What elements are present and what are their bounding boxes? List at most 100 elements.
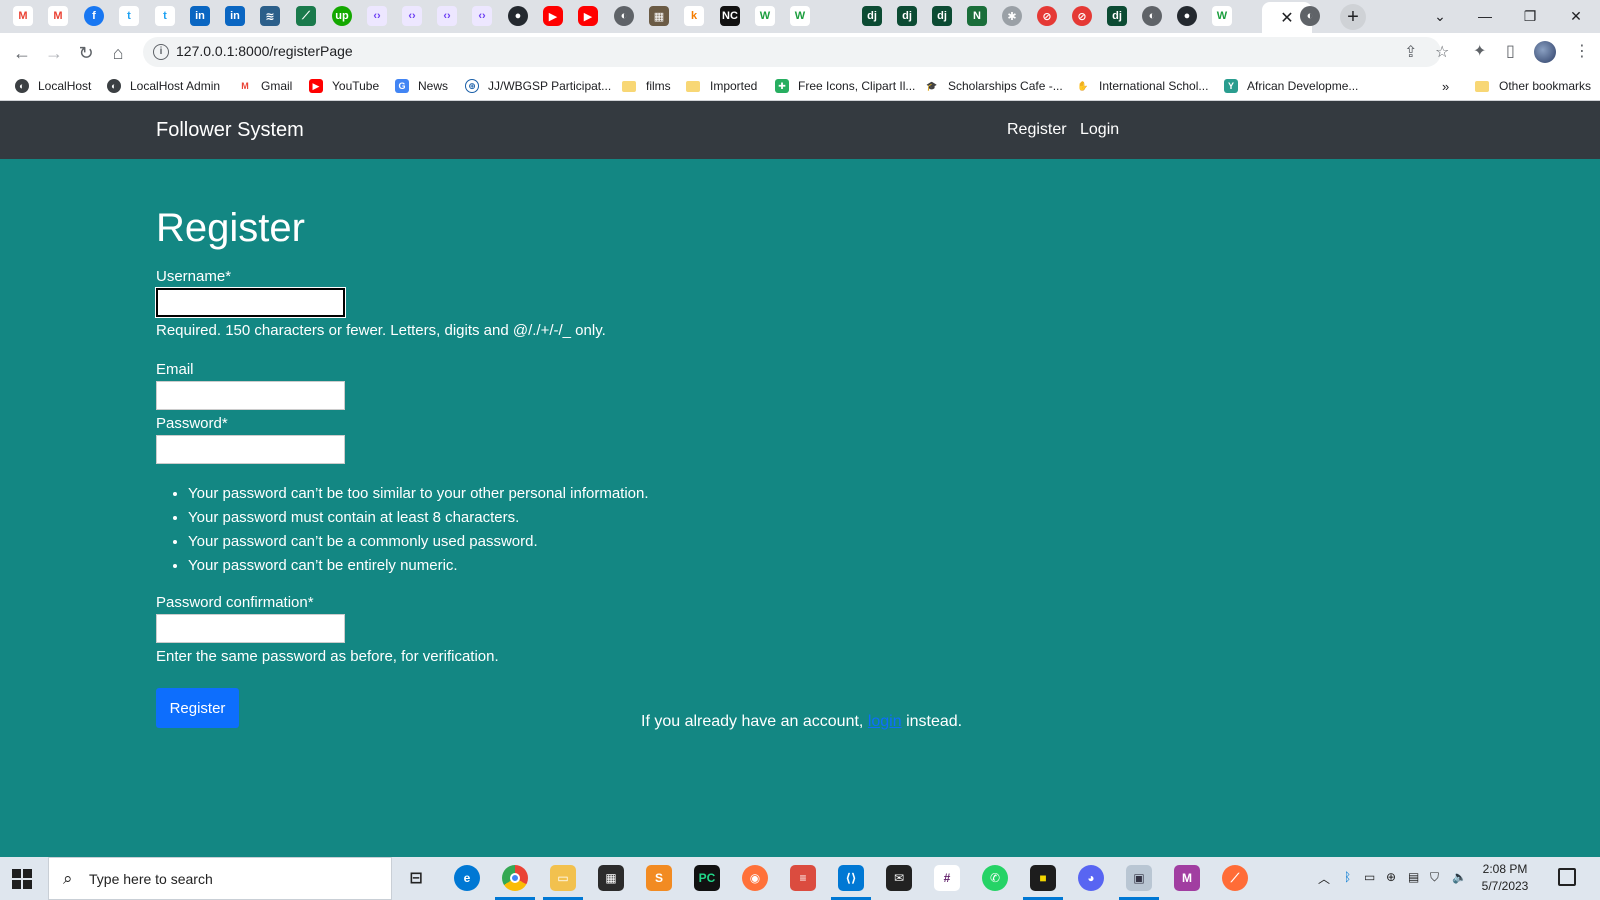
network-icon[interactable]: ⊕ [1386,870,1396,884]
bookmark-free-icons[interactable]: ✚ Free Icons, Clipart Il... [775,77,915,95]
bookmark-news[interactable]: G News [395,77,448,95]
bookmark-international-schol[interactable]: ✋ International Schol... [1076,77,1208,95]
mail-icon[interactable]: ✉ [886,865,912,891]
vscode-icon[interactable]: ⟨⟩ [838,865,864,891]
reload-icon[interactable]: ↻ [73,40,99,66]
new-tab-button[interactable]: + [1340,4,1366,30]
minimize-icon[interactable]: — [1470,4,1500,28]
pycharm-icon[interactable]: PC [694,865,720,891]
edge-icon[interactable]: e [454,865,480,891]
login-link[interactable]: login [868,713,902,730]
site-tab-icon[interactable]: ≋ [260,6,280,26]
task-view-icon[interactable]: ⊟ [403,865,429,891]
security-shield-icon[interactable]: ⛉ [1430,870,1439,885]
upwork-tab-icon[interactable]: up [332,6,352,26]
system-clock[interactable]: 2:08 PM 5/7/2023 [1478,861,1532,895]
slack-icon[interactable]: # [934,865,960,891]
facebook-tab-icon[interactable]: f [84,6,104,26]
bookmark-localhost-admin[interactable]: ◐ LocalHost Admin [107,77,220,95]
password-confirmation-input[interactable] [156,614,345,643]
file-explorer-icon[interactable]: ▭ [550,865,576,891]
loading-tab-icon[interactable]: ✱ [1002,6,1022,26]
url-text[interactable]: 127.0.0.1:8000/registerPage [176,43,353,59]
nav-link-register[interactable]: Register [1007,121,1067,139]
forward-arrow-icon[interactable]: → [41,40,67,66]
twitter-tab-icon[interactable]: t [155,6,175,26]
django-tab-icon[interactable]: dj [862,6,882,26]
site-tab-icon[interactable]: ⟋ [296,6,316,26]
discord-icon[interactable]: ◕ [1078,865,1104,891]
firefox-icon[interactable]: ◉ [742,865,768,891]
w-tab-icon[interactable]: W [790,6,810,26]
code-tab-icon[interactable]: ‹› [367,6,387,26]
m-app-icon[interactable]: M [1174,865,1200,891]
bookmark-localhost[interactable]: ◐ LocalHost [15,77,91,95]
site-info-icon[interactable]: i [153,44,169,60]
gmail-tab-icon[interactable]: M [13,6,33,26]
menu-dots-icon[interactable]: ⋮ [1574,41,1590,61]
opera-tab-icon[interactable]: ⊘ [1072,6,1092,26]
nc-tab-icon[interactable]: NC [720,6,740,26]
linkedin-tab-icon[interactable]: in [190,6,210,26]
django-tab-icon[interactable]: dj [932,6,952,26]
share-icon[interactable]: ⇪ [1404,42,1417,62]
globe-tab-icon[interactable]: ◐ [1142,6,1162,26]
close-tab-icon[interactable]: ✕ [1280,8,1293,28]
linkedin-tab-icon[interactable]: in [225,6,245,26]
restore-icon[interactable]: ❐ [1515,4,1545,28]
windows-start-icon[interactable] [12,869,32,889]
email-input[interactable] [156,381,345,410]
w-tab-icon[interactable]: W [1212,6,1232,26]
back-arrow-icon[interactable]: ← [9,40,35,66]
bookmark-wbgsp[interactable]: ⊕ JJ/WBGSP Participat... [465,77,611,95]
opera-tab-icon[interactable]: ⊘ [1037,6,1057,26]
register-submit-button[interactable]: Register [156,688,239,728]
k-tab-icon[interactable]: k [684,6,704,26]
twitter-tab-icon[interactable]: t [119,6,139,26]
close-window-icon[interactable]: ✕ [1561,4,1591,28]
bookmarks-overflow-chevron-icon[interactable]: » [1442,77,1449,95]
globe-tab-icon[interactable]: ◐ [1300,6,1320,26]
bookmark-african-development[interactable]: Y African Developme... [1224,77,1358,95]
bookmark-star-icon[interactable]: ☆ [1435,42,1449,62]
code-tab-icon[interactable]: ‹› [472,6,492,26]
navbar-brand[interactable]: Follower System [156,119,304,142]
n-tab-icon[interactable]: N [967,6,987,26]
battery-icon[interactable]: ▭ [1364,870,1375,884]
display-icon[interactable]: ▤ [1408,870,1419,884]
password-input[interactable] [156,435,345,464]
taskbar-search-box[interactable]: ⌕ Type here to search [48,857,392,900]
extensions-icon[interactable]: ✦ [1473,41,1486,61]
profile-avatar[interactable] [1534,41,1556,63]
bookmark-youtube[interactable]: ▶ YouTube [309,77,379,95]
other-bookmarks[interactable]: Other bookmarks [1475,77,1591,95]
github-tab-icon[interactable]: ● [1177,6,1197,26]
todoist-icon[interactable]: ≡ [790,865,816,891]
gmail-tab-icon[interactable]: M [48,6,68,26]
youtube-tab-icon[interactable]: ▶ [578,6,598,26]
bookmark-imported[interactable]: Imported [686,77,757,95]
home-icon[interactable]: ⌂ [105,40,131,66]
side-panel-icon[interactable]: ▯ [1506,41,1515,61]
w-tab-icon[interactable]: W [755,6,775,26]
tab-search-icon[interactable]: ⌄ [1425,4,1455,28]
tray-chevron-icon[interactable]: ︿ [1318,870,1330,887]
django-tab-icon[interactable]: dj [1107,6,1127,26]
bluetooth-icon[interactable]: ᛒ [1344,870,1351,884]
photos-icon[interactable]: ▣ [1126,865,1152,891]
sublime-icon[interactable]: S [646,865,672,891]
sticky-notes-icon[interactable]: ■ [1030,865,1056,891]
store-icon[interactable]: ▦ [598,865,624,891]
django-tab-icon[interactable]: dj [897,6,917,26]
code-tab-icon[interactable]: ‹› [402,6,422,26]
globe-tab-icon[interactable]: ◐ [614,6,634,26]
chrome-icon[interactable] [502,865,528,891]
image-tab-icon[interactable]: ▦ [649,6,669,26]
notification-center-icon[interactable] [1558,868,1576,886]
bookmark-gmail[interactable]: M Gmail [238,77,292,95]
address-bar[interactable]: i 127.0.0.1:8000/registerPage ⇪ ☆ [143,37,1449,67]
whatsapp-icon[interactable]: ✆ [982,865,1008,891]
nav-link-login[interactable]: Login [1080,121,1119,139]
bookmark-scholarships-cafe[interactable]: 🎓 Scholarships Cafe -... [925,77,1063,95]
volume-icon[interactable]: 🔈 [1452,870,1467,884]
